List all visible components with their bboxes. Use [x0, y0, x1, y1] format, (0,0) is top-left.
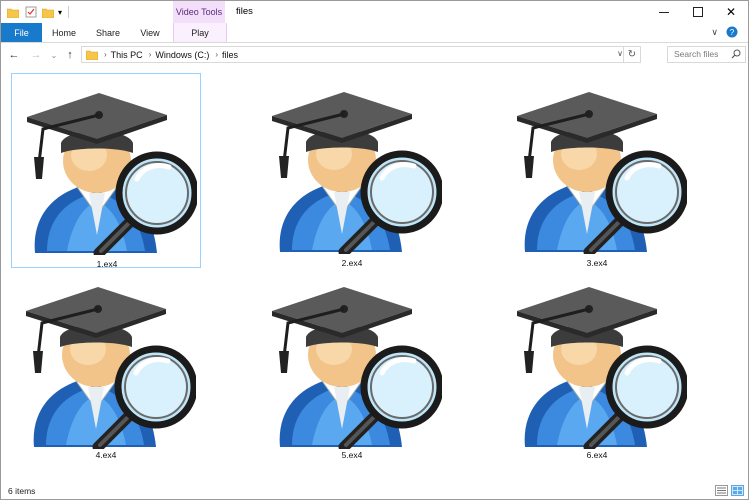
- ex4-file-icon: [16, 269, 196, 449]
- ex4-file-icon: [507, 269, 687, 449]
- close-icon: ✕: [725, 5, 737, 19]
- search-icon: [731, 49, 741, 59]
- file-item[interactable]: 5.ex4: [257, 268, 447, 463]
- folder-icon[interactable]: [7, 7, 19, 18]
- breadcrumb-this-pc[interactable]: This PC: [111, 50, 143, 60]
- help-icon[interactable]: ?: [726, 26, 738, 38]
- minimize-button[interactable]: [647, 1, 681, 23]
- maximize-icon: [693, 7, 703, 17]
- file-name: 5.ex4: [341, 450, 363, 460]
- file-item[interactable]: 2.ex4: [257, 73, 447, 268]
- chevron-down-icon: ⌄: [50, 50, 58, 60]
- item-count: 6 items: [8, 486, 36, 496]
- ribbon-controls: ∨ ?: [711, 26, 738, 38]
- breadcrumb-separator-icon: ›: [104, 50, 107, 59]
- file-item[interactable]: 3.ex4: [502, 73, 692, 268]
- file-name: 2.ex4: [341, 258, 363, 268]
- breadcrumb-separator-icon: ›: [215, 50, 219, 59]
- file-list: 1.ex4 2.ex4 3.ex4 4.ex4 5.ex4 6.ex4: [1, 67, 748, 484]
- customize-toolbar-icon[interactable]: ▾: [58, 8, 62, 17]
- ribbon-tabs: File Home Share View Play ∨ ?: [1, 23, 748, 43]
- video-tools-group: Video Tools: [173, 1, 225, 23]
- minimize-icon: [659, 11, 669, 13]
- file-name: 6.ex4: [586, 450, 608, 460]
- expand-ribbon-icon[interactable]: ∨: [711, 27, 718, 38]
- search-box[interactable]: Search files: [667, 46, 746, 63]
- properties-icon[interactable]: [25, 6, 37, 18]
- refresh-icon: ↻: [627, 49, 637, 60]
- forward-button[interactable]: →: [29, 47, 43, 63]
- up-arrow-icon: ↑: [67, 49, 73, 61]
- ex4-file-icon: [262, 74, 442, 254]
- new-folder-icon[interactable]: [42, 7, 54, 18]
- file-name: 4.ex4: [95, 450, 117, 460]
- refresh-button[interactable]: ↻: [623, 47, 640, 62]
- maximize-button[interactable]: [681, 1, 715, 23]
- title-bar: ▾ Video Tools files ✕: [1, 1, 748, 23]
- large-icons-view-icon[interactable]: [731, 485, 744, 496]
- breadcrumb-windows-c[interactable]: Windows (C:): [155, 50, 209, 60]
- tab-play[interactable]: Play: [173, 23, 227, 42]
- toolbar-divider: [68, 6, 70, 18]
- tab-share[interactable]: Share: [89, 23, 127, 42]
- tab-file[interactable]: File: [1, 23, 42, 42]
- back-arrow-icon: ←: [8, 49, 20, 61]
- tab-view[interactable]: View: [131, 23, 169, 42]
- navigation-bar: ← → ⌄ ↑ › This PC › Windows (C:) › files…: [1, 43, 748, 67]
- breadcrumb-files[interactable]: files: [222, 50, 238, 60]
- address-bar[interactable]: › This PC › Windows (C:) › files ∨ ↻: [81, 46, 641, 63]
- explorer-window: ▾ Video Tools files ✕ File Home Share Vi…: [0, 0, 749, 500]
- tab-home[interactable]: Home: [45, 23, 83, 42]
- file-name: 3.ex4: [586, 258, 608, 268]
- ex4-file-icon: [17, 75, 197, 255]
- folder-icon: [86, 50, 98, 60]
- search-placeholder: Search files: [674, 49, 719, 59]
- close-button[interactable]: ✕: [714, 1, 748, 23]
- file-item[interactable]: 1.ex4: [11, 73, 201, 269]
- breadcrumb-separator-icon: ›: [148, 50, 152, 59]
- file-item[interactable]: 4.ex4: [11, 268, 201, 463]
- back-button[interactable]: ←: [7, 47, 21, 63]
- up-button[interactable]: ↑: [63, 47, 77, 63]
- forward-arrow-icon: →: [30, 49, 42, 61]
- quick-access-toolbar: ▾: [7, 5, 70, 19]
- file-item[interactable]: 6.ex4: [502, 268, 692, 463]
- ex4-file-icon: [262, 269, 442, 449]
- status-bar: 6 items: [1, 484, 748, 499]
- window-title: files: [236, 6, 253, 17]
- svg-text:?: ?: [730, 28, 735, 37]
- recent-locations-button[interactable]: ⌄: [47, 47, 61, 63]
- details-view-icon[interactable]: [715, 485, 728, 496]
- ex4-file-icon: [507, 74, 687, 254]
